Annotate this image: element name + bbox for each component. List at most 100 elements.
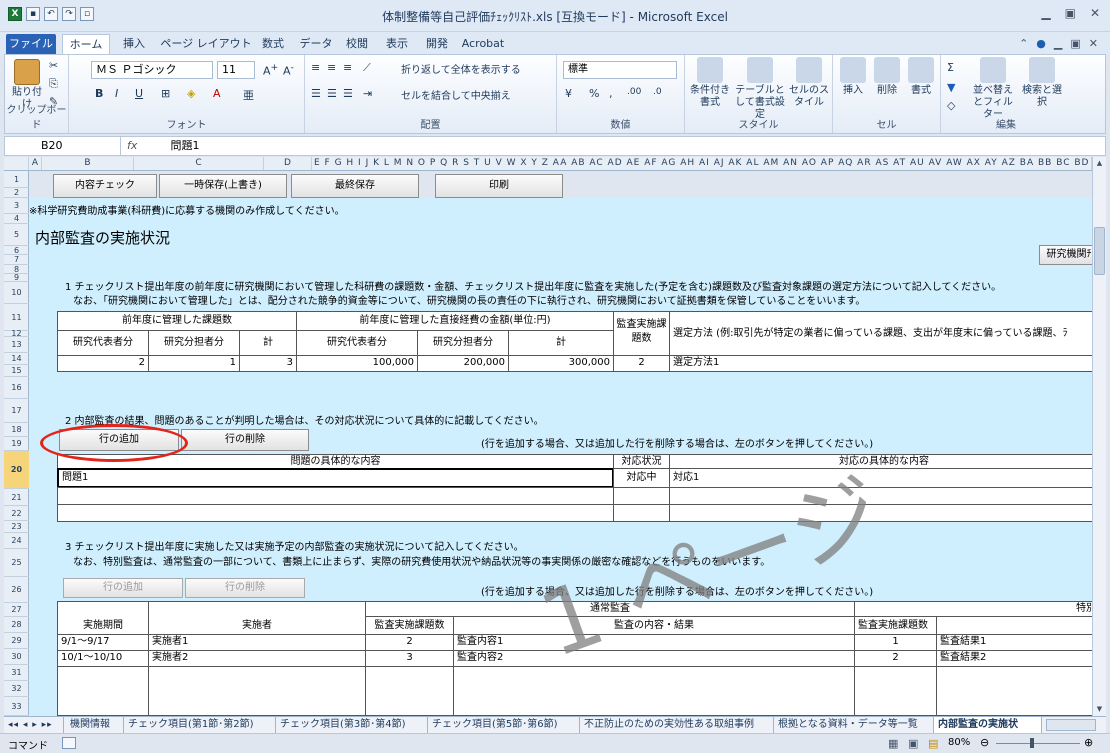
tab-page-layout[interactable]: ページ レイアウト xyxy=(158,34,254,54)
col-header-d[interactable]: D xyxy=(264,157,312,170)
final-save-button[interactable]: 最終保存 xyxy=(291,174,419,198)
t3-cell[interactable]: 10/1～10/10 xyxy=(57,650,149,667)
wrap-text-button[interactable]: 折り返して全体を表示する xyxy=(401,61,521,76)
temp-save-button[interactable]: 一時保存(上書き) xyxy=(159,174,287,198)
row-header[interactable]: 13 xyxy=(4,337,29,353)
sheet-tab[interactable]: 根拠となる資料・データ等一覧 xyxy=(774,717,934,733)
minimize-icon[interactable]: ▁ xyxy=(1041,6,1050,20)
t3-cell[interactable] xyxy=(453,666,855,716)
tab-developer[interactable]: 開発 xyxy=(420,34,454,54)
t3-cell[interactable]: 9/1～9/17 xyxy=(57,634,149,651)
conditional-format-button[interactable]: 条件付き書式 xyxy=(687,57,733,109)
percent-icon[interactable]: % xyxy=(589,87,599,100)
comma-icon[interactable]: , xyxy=(609,87,613,100)
page-break-view-icon[interactable]: ▤ xyxy=(928,737,938,750)
row-header[interactable]: 19 xyxy=(4,437,29,451)
institution-check-button[interactable]: 研究機関ﾁ xyxy=(1039,245,1092,265)
sheet-tab[interactable]: 不正防止のための実効性ある取組事例 xyxy=(580,717,774,733)
close-icon[interactable]: ✕ xyxy=(1090,6,1100,20)
row-header[interactable]: 7 xyxy=(4,255,29,265)
row-header[interactable]: 21 xyxy=(4,489,29,506)
align-bottom-icon[interactable]: ≡ xyxy=(343,61,352,74)
cell-styles-button[interactable]: セルのスタイル xyxy=(787,57,831,109)
t3-cell[interactable]: 実施者1 xyxy=(148,634,366,651)
align-top-icon[interactable]: ≡ xyxy=(311,61,320,74)
fill-color-icon[interactable]: ◈ xyxy=(187,87,195,100)
row-header[interactable]: 2 xyxy=(4,188,29,198)
print-button[interactable]: 印刷 xyxy=(435,174,563,198)
t3-cell[interactable]: 監査内容2 xyxy=(453,650,855,667)
row-header[interactable]: 25 xyxy=(4,549,29,577)
restore-icon[interactable]: ▣ xyxy=(1065,6,1076,20)
zoom-slider[interactable] xyxy=(996,743,1080,744)
phonetic-icon[interactable]: 亜 xyxy=(243,87,254,103)
copy-icon[interactable]: ⎘ xyxy=(49,77,58,91)
col-header-a[interactable]: A xyxy=(29,157,42,170)
scroll-thumb[interactable] xyxy=(1094,227,1105,275)
row-header[interactable]: 9 xyxy=(4,274,29,282)
zoom-level[interactable]: 80% xyxy=(948,737,970,748)
row-header[interactable]: 4 xyxy=(4,214,29,224)
row-header-selected[interactable]: 20 xyxy=(4,451,29,489)
row-header[interactable]: 22 xyxy=(4,506,29,521)
find-select-button[interactable]: 検索と選択 xyxy=(1019,57,1065,109)
t1-cell[interactable]: 1 xyxy=(148,355,240,372)
t3-cell[interactable]: 1 xyxy=(854,634,937,651)
clear-icon[interactable]: ◇ xyxy=(947,99,955,112)
delete-cells-button[interactable]: 削除 xyxy=(871,57,903,97)
t3-cell[interactable]: 監査結果1 xyxy=(936,634,1092,651)
italic-icon[interactable]: I xyxy=(115,87,118,100)
doc-minimize-icon[interactable]: ▁ xyxy=(1054,37,1062,50)
row-header[interactable]: 18 xyxy=(4,423,29,437)
doc-restore-icon[interactable]: ▣ xyxy=(1070,37,1080,50)
t3-cell[interactable] xyxy=(936,666,1092,716)
bold-icon[interactable]: B xyxy=(95,87,103,100)
number-format-select[interactable]: 標準 xyxy=(563,61,677,79)
row-header[interactable]: 30 xyxy=(4,649,29,665)
tab-home[interactable]: ホーム xyxy=(62,34,110,54)
sheet-tab[interactable]: チェック項目(第3節･第4節) xyxy=(276,717,428,733)
t2-cell[interactable] xyxy=(613,487,670,505)
format-as-table-button[interactable]: テーブルとして書式設定 xyxy=(735,57,785,121)
currency-icon[interactable]: ¥ xyxy=(565,87,572,100)
delete-row-button[interactable]: 行の削除 xyxy=(181,429,309,451)
tab-file[interactable]: ファイル xyxy=(6,34,56,54)
col-header-c[interactable]: C xyxy=(134,157,264,170)
t1-cell[interactable]: 2 xyxy=(57,355,149,372)
row-header[interactable]: 27 xyxy=(4,603,29,617)
orientation-icon[interactable]: ⟋ xyxy=(363,61,371,75)
t2-cell[interactable] xyxy=(57,504,614,522)
sheet-tab-active[interactable]: 内部監査の実施状 xyxy=(934,717,1042,733)
t3-cell[interactable]: 3 xyxy=(365,650,454,667)
row-header[interactable]: 28 xyxy=(4,617,29,633)
row-header[interactable]: 23 xyxy=(4,521,29,533)
font-name-select[interactable]: ＭＳ Ｐゴシック xyxy=(91,61,213,79)
tab-data[interactable]: データ xyxy=(296,34,336,54)
help-icon[interactable]: ● xyxy=(1036,37,1046,50)
row-header[interactable]: 1 xyxy=(4,171,29,188)
t3-cell[interactable]: 監査結果2 xyxy=(936,650,1092,667)
autosum-icon[interactable]: Σ xyxy=(947,61,954,74)
normal-view-icon[interactable]: ▦ xyxy=(888,737,898,750)
t1-cell[interactable]: 100,000 xyxy=(296,355,418,372)
tab-review[interactable]: 校閲 xyxy=(340,34,374,54)
t3-cell[interactable] xyxy=(57,666,149,716)
delete-row-button-2[interactable]: 行の削除 xyxy=(185,578,305,598)
indent-icon[interactable]: ⇥ xyxy=(363,87,372,100)
doc-close-icon[interactable]: ✕ xyxy=(1089,37,1098,50)
col-headers-narrow[interactable]: E F G H I J K L M N O P Q R S T U V W X … xyxy=(312,157,1092,170)
format-cells-button[interactable]: 書式 xyxy=(905,57,937,97)
fx-icon[interactable]: fx xyxy=(121,137,167,155)
macro-record-icon[interactable] xyxy=(62,737,76,749)
row-header[interactable]: 3 xyxy=(4,198,29,214)
row-header[interactable]: 32 xyxy=(4,681,29,697)
border-icon[interactable]: ⊞ xyxy=(161,87,170,100)
scroll-down-icon[interactable]: ▼ xyxy=(1094,705,1105,715)
t3-cell[interactable] xyxy=(148,666,366,716)
vertical-scrollbar[interactable]: ▲ ▼ xyxy=(1092,157,1106,717)
zoom-in-icon[interactable]: ⊕ xyxy=(1084,736,1093,749)
increase-decimal-icon[interactable]: .00 xyxy=(627,87,641,97)
grow-font-icon[interactable]: A+ xyxy=(263,62,278,78)
shrink-font-icon[interactable]: A- xyxy=(283,62,294,78)
underline-icon[interactable]: U xyxy=(135,87,143,100)
